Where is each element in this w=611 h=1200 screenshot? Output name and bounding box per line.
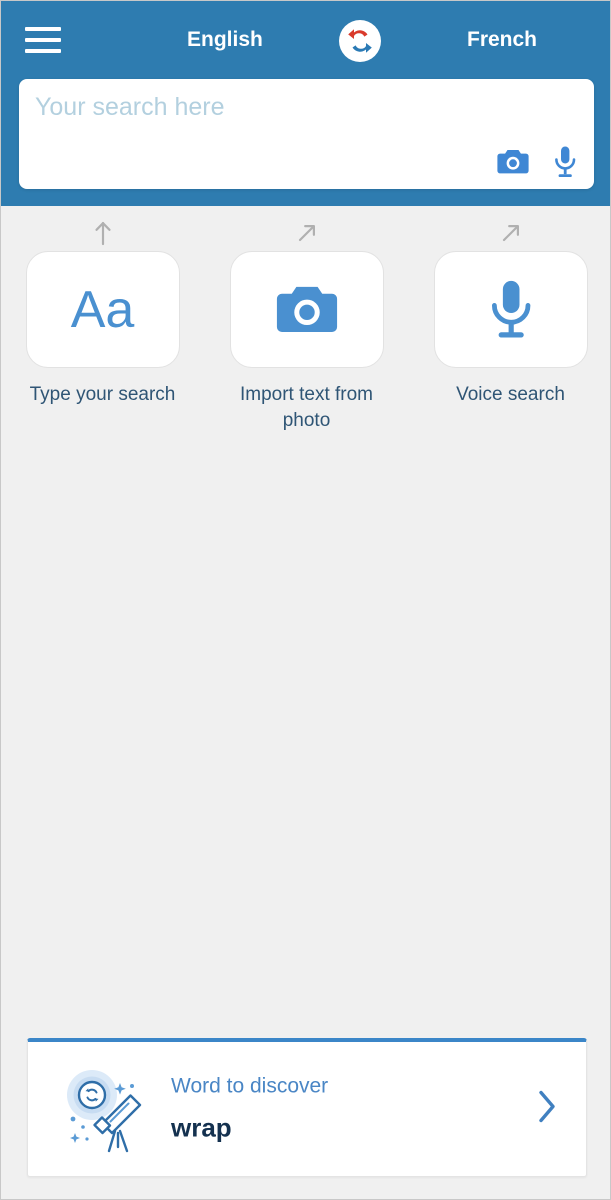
arrow-up-icon <box>92 219 114 247</box>
type-search-card[interactable]: Aa <box>25 251 180 368</box>
microphone-icon <box>555 146 576 177</box>
camera-search-button[interactable] <box>496 148 530 176</box>
voice-search-button[interactable] <box>552 145 578 179</box>
chevron-right-icon <box>539 1090 555 1123</box>
quick-actions: Aa Type your search Import text from pho… <box>1 219 610 433</box>
search-input[interactable] <box>35 93 515 122</box>
target-language-selector[interactable]: French <box>467 28 537 52</box>
quick-action-voice-search: Voice search <box>421 219 601 433</box>
swap-languages-icon <box>348 29 372 53</box>
word-card-term: wrap <box>171 1112 232 1143</box>
word-card-texts: Word to discover wrap <box>171 1075 328 1144</box>
hamburger-menu-icon[interactable] <box>25 27 61 53</box>
word-to-discover-card[interactable]: Word to discover wrap <box>27 1038 587 1177</box>
import-photo-card[interactable] <box>229 251 384 368</box>
quick-action-label: Import text from photo <box>239 384 374 431</box>
telescope-icon <box>58 1061 154 1157</box>
source-language-selector[interactable]: English <box>187 28 263 52</box>
app-header: English French <box>1 1 610 206</box>
quick-action-label: Type your search <box>29 384 176 405</box>
hamburger-bar <box>25 38 61 42</box>
word-card-open-button[interactable] <box>534 1087 560 1132</box>
swap-languages-button[interactable] <box>339 20 381 62</box>
search-actions <box>496 145 578 179</box>
camera-icon <box>276 286 337 332</box>
quick-action-label: Voice search <box>456 384 565 405</box>
voice-search-card[interactable] <box>433 251 588 368</box>
quick-action-type-your-search: Aa Type your search <box>13 219 193 433</box>
hamburger-bar <box>25 27 61 31</box>
microphone-icon <box>491 280 530 338</box>
text-aa-icon: Aa <box>70 280 135 339</box>
header-bar: English French <box>1 1 610 79</box>
search-box[interactable] <box>19 79 594 189</box>
hamburger-bar <box>25 49 61 53</box>
arrow-up-right-icon <box>499 219 523 247</box>
word-card-kicker: Word to discover <box>171 1074 329 1098</box>
app-screen: English French Your search here Aa Type … <box>0 0 611 1200</box>
quick-action-import-text-from-photo: Import text from photo <box>217 219 397 433</box>
arrow-up-right-icon <box>295 219 319 247</box>
camera-icon <box>497 150 529 174</box>
